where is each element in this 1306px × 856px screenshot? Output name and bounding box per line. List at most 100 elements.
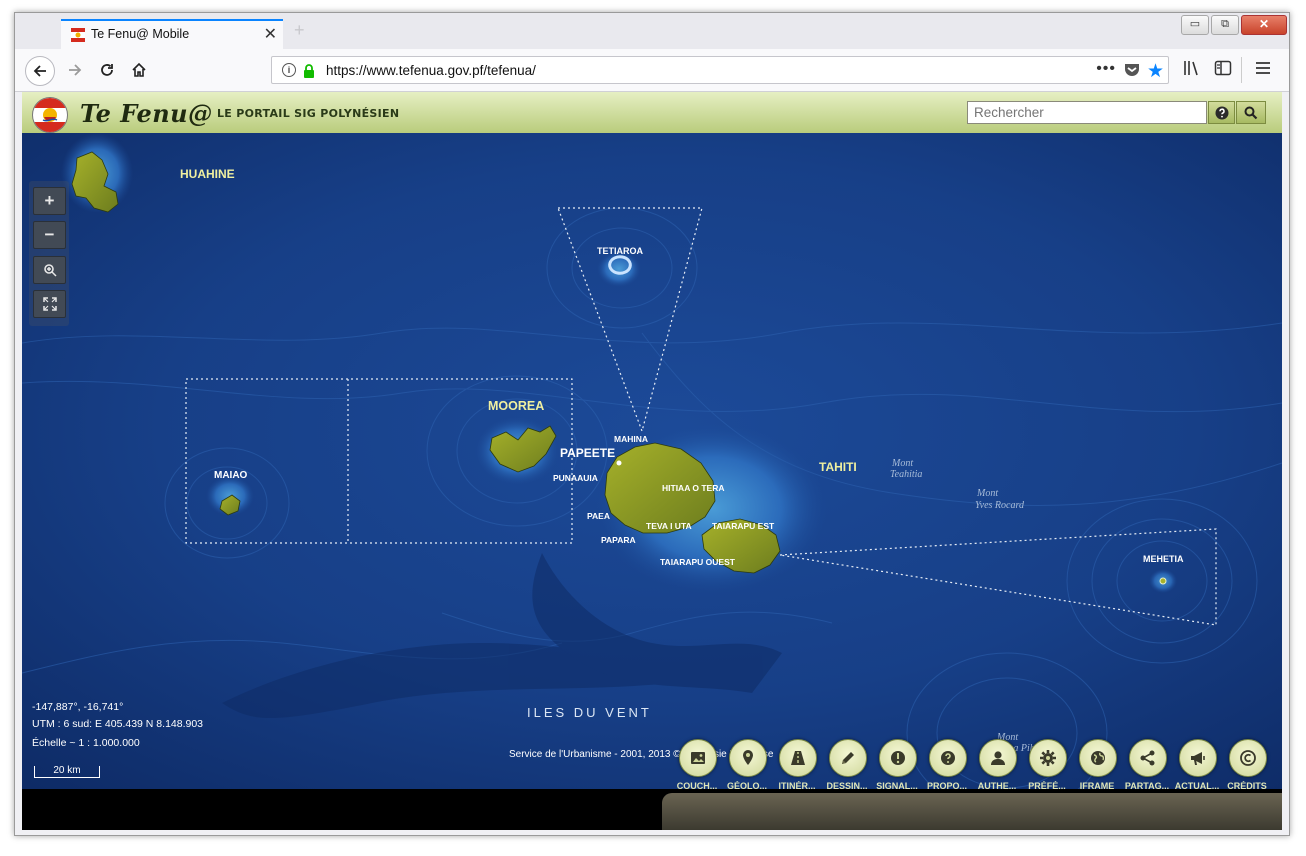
toolbar-button-5[interactable]: PROPO... — [924, 739, 970, 825]
info-icon[interactable]: i — [282, 63, 296, 77]
lock-icon — [304, 64, 314, 78]
app-tagline: LE PORTAIL SIG POLYNÉSIEN — [217, 107, 400, 120]
bookmark-star-icon[interactable]: ★ — [1147, 60, 1164, 83]
label-mahina: MAHINA — [614, 434, 648, 444]
toolbar-button-4[interactable]: SIGNAL... — [874, 739, 920, 825]
globe-icon-button[interactable] — [1079, 739, 1117, 777]
question-icon — [941, 751, 955, 765]
full-extent-button[interactable] — [33, 290, 66, 318]
zoom-box-button[interactable] — [33, 256, 66, 284]
scale-ratio: Échelle ~ 1 : 1.000.000 — [32, 736, 140, 749]
pocket-icon[interactable] — [1124, 63, 1140, 77]
app-brand: Te Fenu@ — [80, 99, 213, 128]
zoom-out-button[interactable]: − — [33, 221, 66, 249]
home-icon — [132, 62, 146, 77]
toolbar-button-label: IFRAME — [1079, 781, 1115, 791]
toolbar-button-label: PARTAG... — [1124, 781, 1170, 791]
gear-icon-button[interactable] — [1029, 739, 1067, 777]
globe-icon — [1091, 751, 1105, 765]
pencil-icon — [842, 752, 854, 764]
pencil-icon-button[interactable] — [829, 739, 867, 777]
home-button[interactable] — [125, 56, 153, 84]
toolbar-button-9[interactable]: PARTAG... — [1124, 739, 1170, 825]
copyright-icon-button[interactable] — [1229, 739, 1267, 777]
search-input[interactable] — [967, 101, 1207, 124]
zoom-in-button[interactable]: + — [33, 187, 66, 215]
zoom-control-panel: + − — [29, 181, 69, 326]
label-punaauia: PUNAAUIA — [553, 473, 598, 483]
map-canvas[interactable]: HUAHINE TETIAROA MOOREA MAIAO MAHINA PAP… — [22, 133, 1282, 789]
gear-icon — [1040, 750, 1056, 766]
tab-strip: Te Fenu@ Mobile ✕ + ▭ ⧉ ✕ — [15, 13, 1289, 49]
page-actions-icon[interactable]: ••• — [1096, 60, 1116, 78]
toolbar-button-11[interactable]: CRÉDITS — [1224, 739, 1270, 825]
mehetia-island — [1159, 577, 1167, 585]
minimize-button[interactable]: ▭ — [1181, 15, 1209, 35]
toolbar-button-label: CRÉDITS — [1227, 781, 1267, 791]
menu-icon[interactable] — [1254, 59, 1272, 77]
tab-close-icon[interactable]: ✕ — [264, 24, 277, 44]
exclamation-icon-button[interactable] — [879, 739, 917, 777]
expand-icon — [42, 297, 57, 311]
label-taiarapu-ouest: TAIARAPU OUEST — [660, 557, 736, 567]
exclamation-icon — [891, 751, 905, 765]
coord-lonlat: -147,887°, -16,741° — [32, 701, 123, 713]
coord-utm: UTM : 6 sud: E 405.439 N 8.148.903 — [32, 718, 203, 730]
close-window-button[interactable]: ✕ — [1241, 15, 1287, 35]
road-icon — [791, 751, 805, 765]
label-tetiaroa: TETIAROA — [597, 246, 643, 256]
label-teva: TEVA I UTA — [646, 521, 692, 531]
road-icon-button[interactable] — [779, 739, 817, 777]
window-controls: ▭ ⧉ ✕ — [1181, 15, 1287, 35]
label-maiao: MAIAO — [214, 470, 248, 481]
toolbar-button-1[interactable]: GÉOLO... — [724, 739, 770, 825]
share-icon-button[interactable] — [1129, 739, 1167, 777]
toolbar-button-label: AUTHE... — [977, 781, 1017, 791]
label-mehetia: MEHETIA — [1143, 554, 1184, 564]
search-help-button[interactable] — [1208, 101, 1235, 124]
toolbar-button-7[interactable]: PRÉFÉ... — [1024, 739, 1070, 825]
label-mont-teahitia-1: Mont — [891, 458, 913, 469]
tab-te-fenua[interactable]: Te Fenu@ Mobile ✕ — [61, 19, 283, 49]
toolbar-button-8[interactable]: IFRAME — [1074, 739, 1120, 825]
restore-button[interactable]: ⧉ — [1211, 15, 1239, 35]
question-icon-button[interactable] — [929, 739, 967, 777]
forward-button[interactable] — [61, 56, 89, 84]
label-moorea: MOOREA — [488, 399, 544, 413]
toolbar-button-label: PROPO... — [926, 781, 967, 791]
toolbar-button-2[interactable]: ITINÉR... — [774, 739, 820, 825]
toolbar-button-3[interactable]: DESSIN... — [824, 739, 870, 825]
toolbar-button-10[interactable]: ACTUAL... — [1174, 739, 1220, 825]
user-icon-button[interactable] — [979, 739, 1017, 777]
copyright-icon — [1240, 750, 1256, 766]
magnifier-plus-icon — [43, 264, 57, 277]
label-paea: PAEA — [587, 511, 610, 521]
megaphone-icon-button[interactable] — [1179, 739, 1217, 777]
library-icon[interactable] — [1183, 59, 1201, 77]
papeete-marker — [616, 460, 622, 466]
toolbar-divider — [1241, 57, 1242, 83]
toolbar-button-label: GÉOLO... — [726, 781, 767, 791]
polynesia-flag-icon — [71, 28, 85, 42]
location-pin-icon — [743, 750, 753, 765]
search-button[interactable] — [1236, 101, 1266, 124]
label-mont-yves-2: Yves Rocard — [975, 500, 1025, 511]
label-papara: PAPARA — [601, 535, 636, 545]
image-icon — [691, 752, 705, 764]
image-icon-button[interactable] — [679, 739, 717, 777]
sidebar-icon[interactable] — [1214, 59, 1232, 77]
toolbar-button-6[interactable]: AUTHE... — [974, 739, 1020, 825]
label-taiarapu-est: TAIARAPU EST — [712, 521, 775, 531]
polynesia-logo-icon[interactable] — [32, 97, 68, 133]
search-icon — [1244, 106, 1258, 119]
new-tab-button[interactable]: + — [294, 20, 305, 41]
toolbar-button-0[interactable]: COUCH... — [674, 739, 720, 825]
toolbar-button-label: ACTUAL... — [1174, 781, 1220, 791]
toolbar-button-label: COUCH... — [676, 781, 718, 791]
app-header: Te Fenu@ LE PORTAIL SIG POLYNÉSIEN — [22, 92, 1282, 134]
address-bar[interactable]: i https://www.tefenua.gov.pf/tefenua/ ••… — [271, 56, 1169, 84]
location-pin-icon-button[interactable] — [729, 739, 767, 777]
scale-bar: 20 km — [34, 766, 100, 778]
back-button[interactable] — [25, 56, 55, 86]
reload-button[interactable] — [93, 56, 121, 84]
